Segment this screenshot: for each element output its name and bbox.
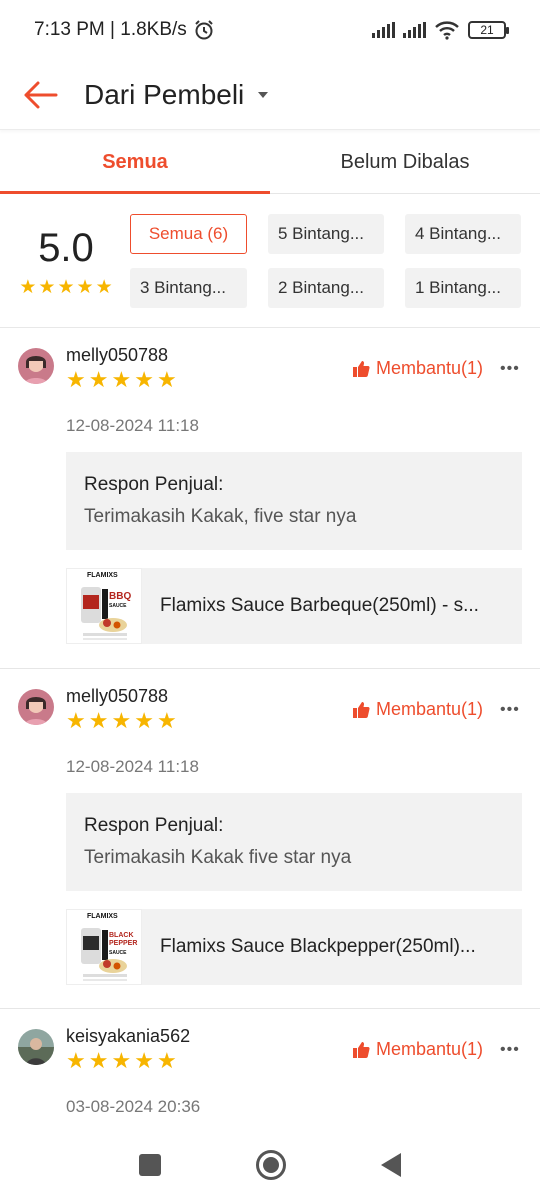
username: keisyakania562 [66,1026,191,1046]
star-icon: ★ [156,367,177,392]
star-icon: ★ [66,367,86,392]
status-text: 7:13 PM | 1.8KB/s [34,19,187,40]
product-card[interactable]: FLAMIXS BBQ SAUCE Flamixs Sauce Barbeque… [66,568,522,644]
star-icon: ★ [88,367,109,392]
reply-label: Respon Penjual: [84,474,224,495]
helpful-button[interactable]: Membantu(1) [352,358,483,379]
home-button[interactable] [256,1150,286,1180]
review-item: melly050788 ★ ★ ★ ★ ★ Membantu(1) ••• 12… [0,328,540,669]
seller-reply: Respon Penjual: Terimakasih Kakak five s… [66,793,522,891]
more-options-icon[interactable]: ••• [500,1041,520,1059]
product-name: Flamixs Sauce Blackpepper(250ml)... [160,936,476,957]
product-thumbnail: FLAMIXS BLACK PEPPER SAUCE [66,909,142,985]
tab-semua[interactable]: Semua [0,132,270,194]
back-button[interactable] [0,60,80,130]
system-nav-bar [0,1130,540,1200]
filter-semua[interactable]: Semua (6) [130,214,247,254]
helpful-button[interactable]: Membantu(1) [352,699,483,720]
star-icon: ★ [19,277,37,298]
thumb-suffix: SAUCE [109,603,127,609]
reply-text: Terimakasih Kakak, five star nya [84,506,357,527]
helpful-label: Membantu(1) [376,1039,484,1059]
review-stars: ★ ★ ★ ★ ★ [66,1049,177,1073]
star-icon: ★ [88,708,109,733]
page-title[interactable]: Dari Pembeli [84,79,244,111]
tab-bar: Semua Belum Dibalas [0,132,540,194]
star-icon: ★ [156,1048,177,1073]
recents-button[interactable] [139,1154,161,1176]
star-icon: ★ [134,708,154,733]
thumb-flavor: BBQ [109,591,132,602]
status-bar: 7:13 PM | 1.8KB/s 21 [0,0,540,60]
star-icon: ★ [111,367,132,392]
star-icon: ★ [156,708,177,733]
app-bar: Dari Pembeli [0,60,540,130]
tab-belum-dibalas[interactable]: Belum Dibalas [270,132,540,193]
review-date: 12-08-2024 11:18 [66,757,199,776]
filter-2-bintang[interactable]: 2 Bintang... [268,268,384,308]
review-date: 03-08-2024 20:36 [66,1097,201,1116]
review-stars: ★ ★ ★ ★ ★ [66,709,177,733]
battery-icon: 21 [468,21,509,39]
star-rating: ★ ★ ★ ★ ★ [18,278,114,298]
star-icon: ★ [111,708,132,733]
star-icon: ★ [57,277,75,298]
review-item: melly050788 ★ ★ ★ ★ ★ Membantu(1) ••• 12… [0,669,540,1009]
filter-4-bintang[interactable]: 4 Bintang... [405,214,521,254]
thumbs-up-icon [353,1041,370,1058]
helpful-label: Membantu(1) [376,358,484,378]
signal-icon [372,22,395,38]
product-name: Flamixs Sauce Barbeque(250ml) - s... [160,595,479,616]
signal-icon-2 [403,22,426,38]
thumbs-up-icon [353,360,370,377]
thumb-flavor: BLACK PEPPER [109,932,138,947]
star-icon: ★ [76,277,94,298]
review-stars: ★ ★ ★ ★ ★ [66,368,177,392]
system-back-button[interactable] [381,1153,401,1177]
star-icon: ★ [66,1048,86,1073]
overall-score: 5.0 ★ ★ ★ ★ ★ [18,224,114,298]
star-icon: ★ [38,277,56,298]
rating-summary: 5.0 ★ ★ ★ ★ ★ Semua (6) 5 Bintang... 4 B… [0,194,540,328]
filter-3-bintang[interactable]: 3 Bintang... [130,268,247,308]
seller-reply: Respon Penjual: Terimakasih Kakak, five … [66,452,522,550]
star-icon: ★ [88,1048,109,1073]
star-filters: Semua (6) 5 Bintang... 4 Bintang... 3 Bi… [130,214,521,308]
filter-5-bintang[interactable]: 5 Bintang... [268,214,384,254]
helpful-label: Membantu(1) [376,699,484,719]
thumb-brand: FLAMIXS [87,572,118,579]
star-icon: ★ [95,277,113,298]
score-value: 5.0 [38,226,94,270]
thumbs-up-icon [353,701,370,718]
caret-down-icon[interactable] [258,91,269,98]
product-thumbnail: FLAMIXS BBQ SAUCE [66,568,142,644]
more-options-icon[interactable]: ••• [500,701,520,719]
avatar[interactable] [18,1029,54,1065]
review-item: keisyakania562 ★ ★ ★ ★ ★ Membantu(1) •••… [0,1009,540,1130]
star-icon: ★ [111,1048,132,1073]
thumb-brand: FLAMIXS [87,913,118,920]
avatar[interactable] [18,348,54,384]
filter-1-bintang[interactable]: 1 Bintang... [405,268,521,308]
star-icon: ★ [66,708,86,733]
product-card[interactable]: FLAMIXS BLACK PEPPER SAUCE Flamixs Sauce… [66,909,522,985]
review-date: 12-08-2024 11:18 [66,416,199,435]
star-icon: ★ [134,367,154,392]
reply-label: Respon Penjual: [84,815,224,836]
username: melly050788 [66,686,169,706]
more-options-icon[interactable]: ••• [500,360,520,378]
star-icon: ★ [134,1048,154,1073]
arrow-left-icon [24,81,58,108]
wifi-icon [435,21,459,40]
avatar[interactable] [18,689,54,725]
helpful-button[interactable]: Membantu(1) [352,1039,483,1060]
thumb-suffix: SAUCE [109,950,127,956]
username: melly050788 [66,345,169,365]
alarm-icon [195,20,213,40]
reply-text: Terimakasih Kakak five star nya [84,847,352,868]
